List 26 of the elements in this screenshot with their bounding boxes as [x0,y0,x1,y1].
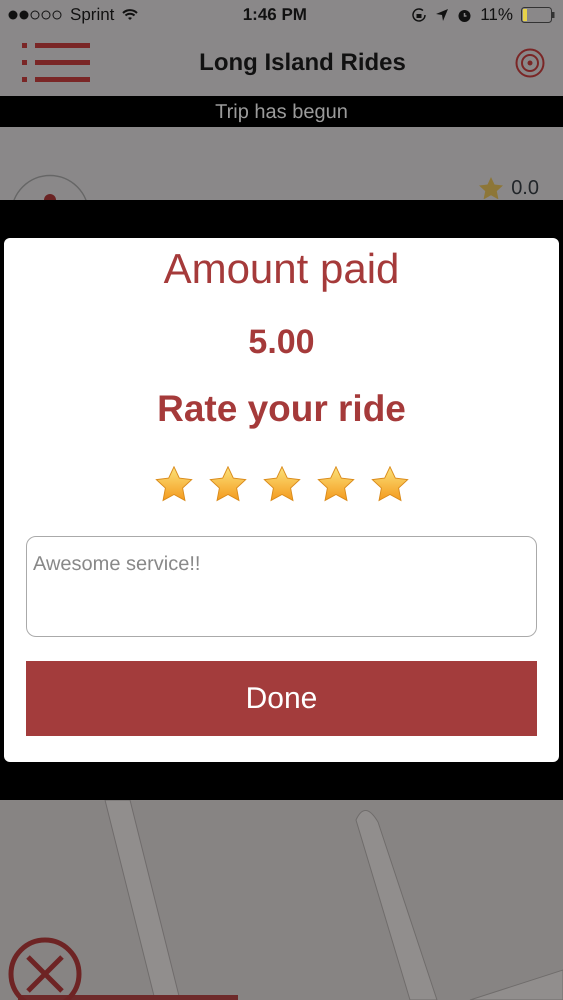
comment-field[interactable]: Awesome service!! [26,536,537,637]
done-button[interactable]: Done [26,660,537,736]
wifi-icon [122,9,138,21]
rating-star[interactable] [262,466,300,502]
rating-star[interactable] [154,466,192,502]
trip-status: Trip has begun [215,100,348,124]
rating-star[interactable] [370,466,408,502]
amount-paid: 5.00 [248,322,315,364]
rating-star[interactable] [316,466,354,502]
star-icon [479,176,504,198]
battery-icon [521,7,555,23]
menu-icon[interactable] [22,41,90,85]
battery-level: 11% [480,4,513,26]
app-title: Long Island Rides [199,48,406,78]
status-time: 1:46 PM [242,4,307,26]
alarm-icon [457,8,472,22]
carrier-name: Sprint [70,4,114,26]
rating-star[interactable] [208,466,246,502]
location-icon [435,8,450,22]
rotation-lock-icon [411,7,428,23]
dialog-title: Amount paid [164,244,400,294]
target-icon[interactable] [515,48,545,78]
close-icon[interactable] [8,937,82,1000]
driver-rating: 0.0 [511,176,539,200]
rate-prompt: Rate your ride [157,386,406,431]
signal-icon [8,10,62,20]
